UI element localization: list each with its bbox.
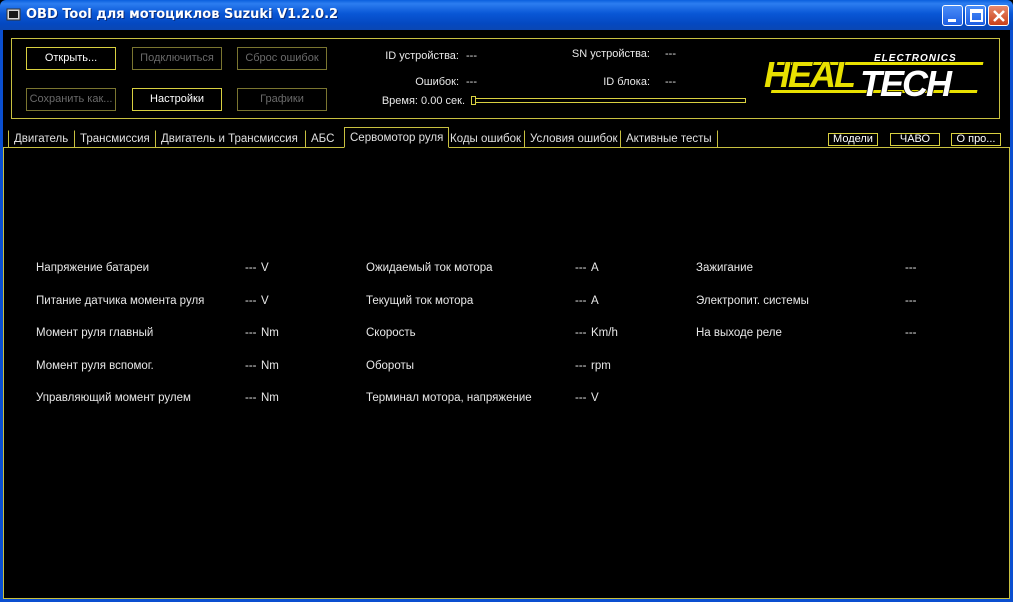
save-as-button[interactable]: Сохранить как... <box>26 88 116 111</box>
block-id-value: --- <box>665 76 676 88</box>
param-label: Обороты <box>366 360 414 372</box>
param-value: --- <box>575 360 587 372</box>
models-button[interactable]: Модели <box>828 133 878 146</box>
errors-label: Ошибок: <box>415 76 459 88</box>
svg-text:TECH: TECH <box>860 63 953 104</box>
device-id-label: ID устройства: <box>385 50 459 62</box>
about-button[interactable]: О про... <box>951 133 1001 146</box>
param-value: --- <box>905 262 917 274</box>
tab-transmission[interactable]: Трансмиссия <box>74 130 155 148</box>
open-button[interactable]: Открыть... <box>26 47 116 70</box>
faq-button[interactable]: ЧАВО <box>890 133 940 146</box>
param-unit: Nm <box>261 360 279 372</box>
settings-button[interactable]: Настройки <box>132 88 222 111</box>
param-unit: Km/h <box>591 327 618 339</box>
param-label: Зажигание <box>696 262 753 274</box>
param-value: --- <box>245 327 257 339</box>
param-label: Скорость <box>366 327 416 339</box>
param-unit: V <box>261 295 269 307</box>
tab-error-conditions[interactable]: Условия ошибок <box>524 130 623 148</box>
close-icon <box>993 10 1005 22</box>
time-slider-thumb[interactable] <box>471 96 476 105</box>
param-unit: A <box>591 262 599 274</box>
close-button[interactable] <box>988 5 1009 26</box>
param-value: --- <box>575 392 587 404</box>
param-value: --- <box>245 295 257 307</box>
param-label: Напряжение батареи <box>36 262 150 274</box>
param-value: --- <box>245 360 257 372</box>
param-label: Питание датчика момента руля <box>36 295 205 307</box>
tab-error-codes[interactable]: Коды ошибок <box>444 130 527 148</box>
tab-engine-and-transmission[interactable]: Двигатель и Трансмиссия <box>155 130 303 148</box>
svg-text:HEAL: HEAL <box>764 54 854 95</box>
param-value: --- <box>245 262 257 274</box>
minimize-icon <box>948 19 956 22</box>
param-value: --- <box>575 327 587 339</box>
param-label: Управляющий момент рулем <box>36 392 191 404</box>
param-label: Терминал мотора, напряжение <box>366 392 532 404</box>
param-value: --- <box>905 295 917 307</box>
param-unit: V <box>591 392 599 404</box>
param-label: Электропит. системы <box>696 295 809 307</box>
device-sn-value: --- <box>665 48 676 60</box>
param-unit: rpm <box>591 360 611 372</box>
block-id-label: ID блока: <box>603 76 650 88</box>
maximize-button[interactable] <box>965 5 986 26</box>
time-slider[interactable] <box>472 98 746 103</box>
param-unit: Nm <box>261 392 279 404</box>
time-label: Время: 0.00 сек. <box>381 95 465 107</box>
device-sn-label: SN устройства: <box>571 48 650 60</box>
app-icon <box>6 8 21 21</box>
param-label: Момент руля вспомог. <box>36 360 154 372</box>
title-bar[interactable]: OBD Tool для мотоциклов Suzuki V1.2.0.2 <box>0 0 1013 30</box>
param-value: --- <box>245 392 257 404</box>
param-unit: Nm <box>261 327 279 339</box>
tab-steering-servo[interactable]: Сервомотор руля <box>344 127 450 148</box>
param-label: На выходе реле <box>696 327 782 339</box>
param-label: Момент руля главный <box>36 327 154 339</box>
param-unit: A <box>591 295 599 307</box>
reset-errors-button[interactable]: Сброс ошибок <box>237 47 327 70</box>
device-id-value: --- <box>466 50 477 62</box>
healtech-logo: ELECTRONICS HEAL TECH <box>763 53 984 105</box>
tab-active-tests[interactable]: Активные тесты <box>620 130 718 148</box>
param-value: --- <box>575 295 587 307</box>
errors-value: --- <box>466 76 477 88</box>
param-value: --- <box>905 327 917 339</box>
tab-abs[interactable]: АБС <box>305 130 340 148</box>
graphs-button[interactable]: Графики <box>237 88 327 111</box>
maximize-icon <box>970 9 983 22</box>
param-label: Текущий ток мотора <box>366 295 474 307</box>
minimize-button[interactable] <box>942 5 963 26</box>
param-unit: V <box>261 262 269 274</box>
tab-engine[interactable]: Двигатель <box>8 130 74 148</box>
param-label: Ожидаемый ток мотора <box>366 262 493 274</box>
connect-button[interactable]: Подключиться <box>132 47 222 70</box>
window-title: OBD Tool для мотоциклов Suzuki V1.2.0.2 <box>26 7 339 22</box>
param-value: --- <box>575 262 587 274</box>
tab-content-panel <box>3 147 1010 599</box>
